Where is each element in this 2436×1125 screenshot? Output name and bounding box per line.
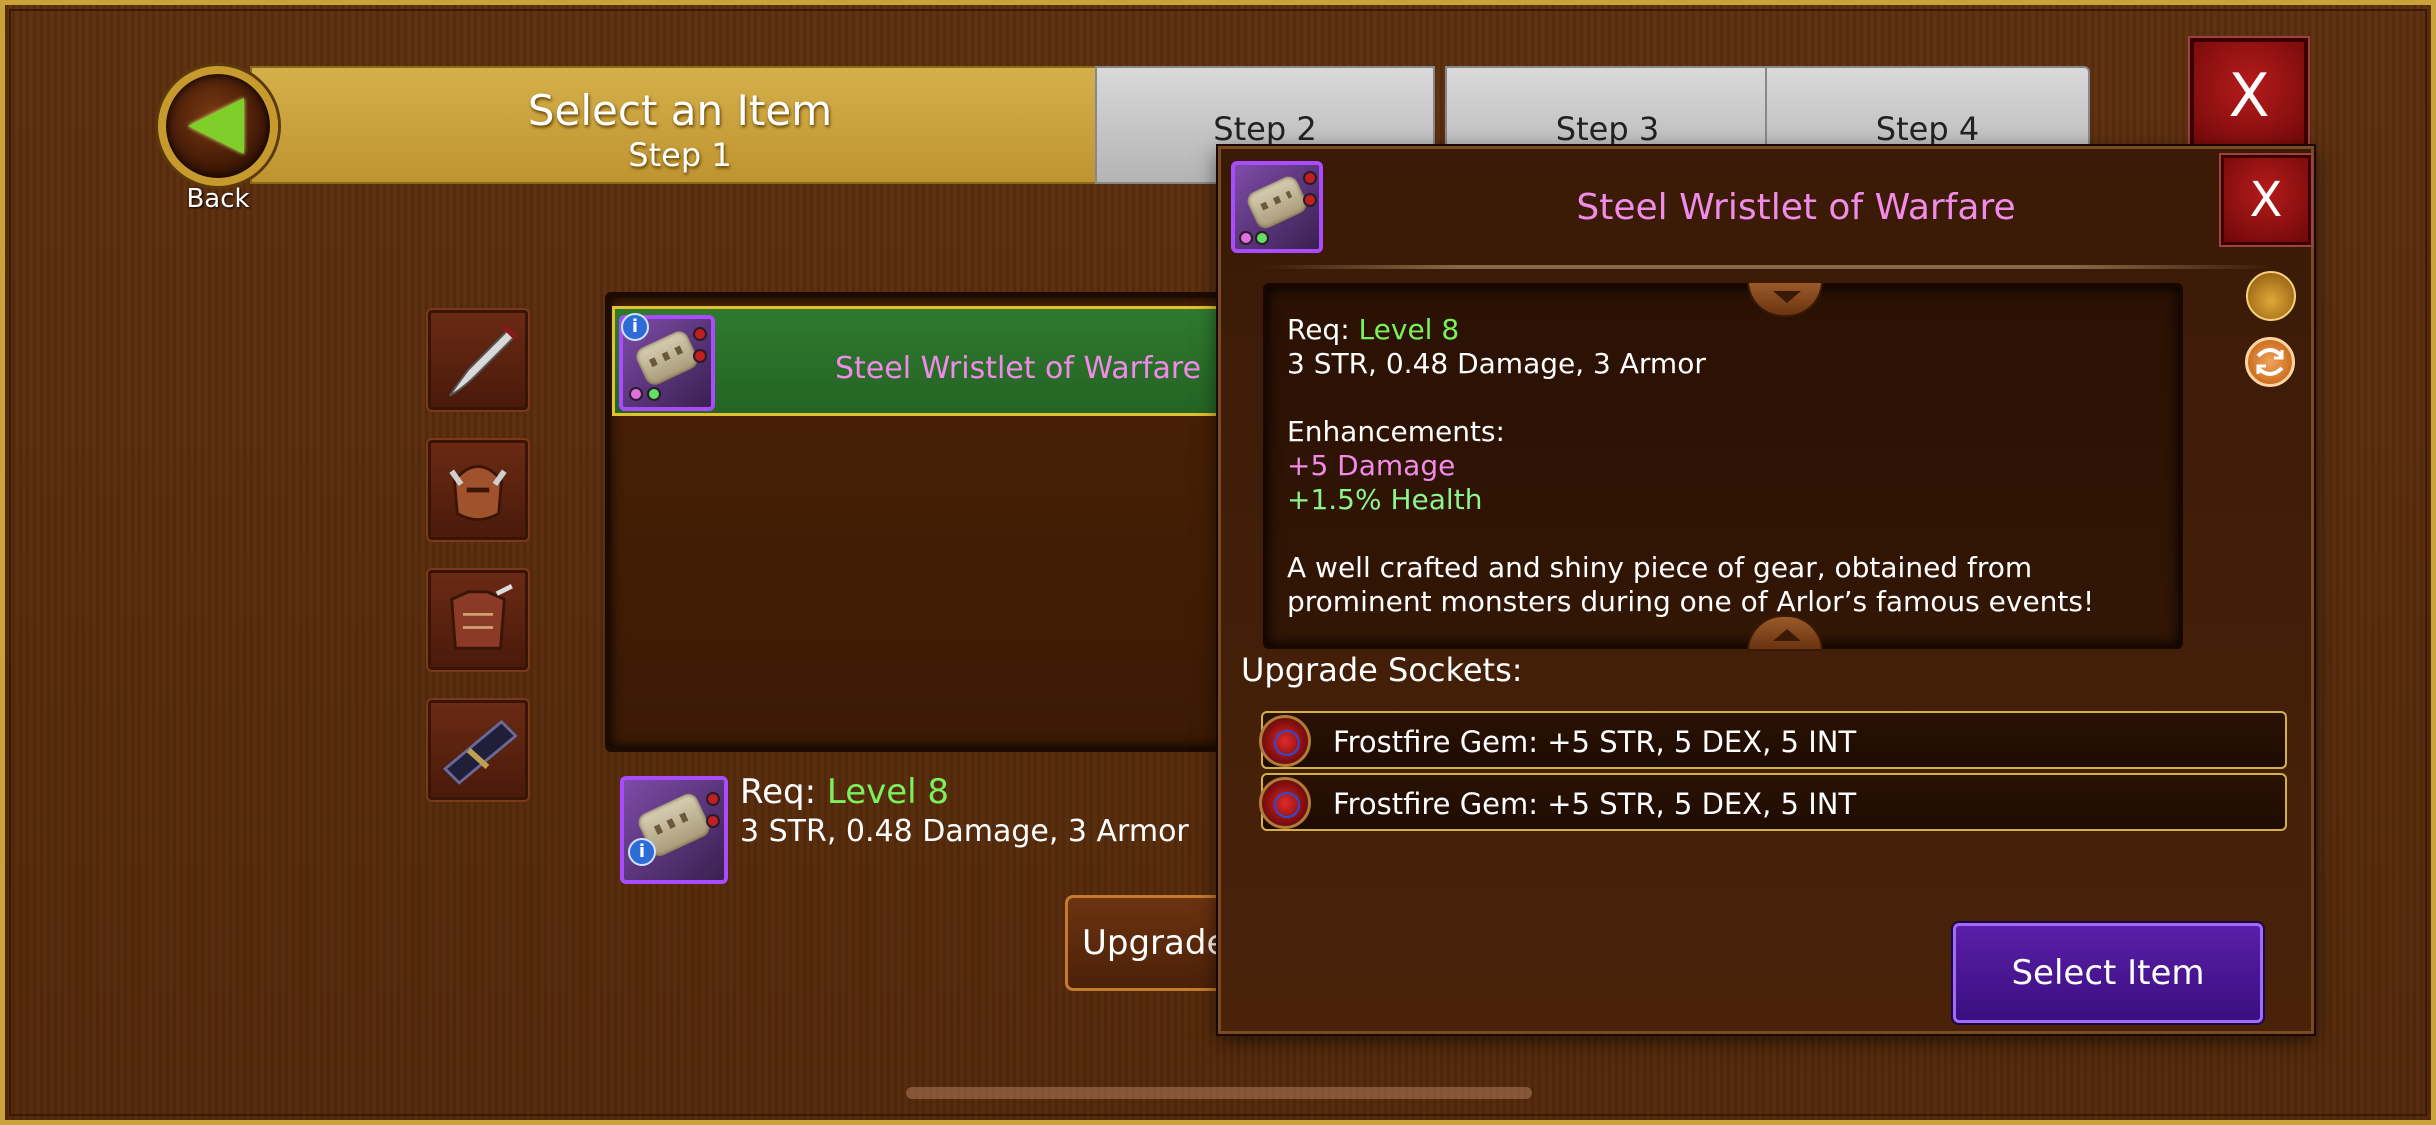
popup-close-button[interactable]: X xyxy=(2221,155,2311,245)
category-armor-button[interactable] xyxy=(428,570,528,670)
step-1-tab: Select an Item Step 1 xyxy=(250,66,1110,184)
selected-item-req: Req: Level 8 xyxy=(740,772,949,812)
upgrade-sockets-label: Upgrade Sockets: xyxy=(1241,651,1523,689)
bracer-icon xyxy=(443,719,518,785)
popup-req-level: Level 8 xyxy=(1358,313,1460,346)
enhancement-damage: +5 Damage xyxy=(1287,449,1456,482)
step-4-label: Step 4 xyxy=(1875,110,1980,148)
category-helmet-button[interactable] xyxy=(428,440,528,540)
socket-slot[interactable]: Frostfire Gem: +5 STR, 5 DEX, 5 INT xyxy=(1259,773,2287,831)
chest-armor-icon xyxy=(450,584,513,650)
step-1-title: Select an Item xyxy=(527,86,833,135)
selected-item-stats: 3 STR, 0.48 Damage, 3 Armor xyxy=(740,814,1189,849)
step-1-subtitle: Step 1 xyxy=(628,136,732,174)
info-icon[interactable]: i xyxy=(628,838,656,866)
info-icon[interactable]: i xyxy=(621,313,649,341)
req-level: Level 8 xyxy=(826,772,950,812)
description-line-1: A well crafted and shiny piece of gear, … xyxy=(1287,551,2033,584)
item-detail-popup: Steel Wristlet of Warfare X Req: Level 8… xyxy=(1218,146,2314,1034)
popup-title: Steel Wristlet of Warfare xyxy=(1576,187,2016,228)
scroll-down-icon[interactable] xyxy=(1747,615,1823,651)
category-weapon-button[interactable] xyxy=(428,310,528,410)
enhancement-health: +1.5% Health xyxy=(1287,483,1483,516)
close-button[interactable]: X xyxy=(2190,38,2308,156)
popup-req: Req: Level 8 xyxy=(1287,313,1459,346)
home-indicator[interactable] xyxy=(906,1087,1532,1099)
swap-icon[interactable] xyxy=(2245,337,2295,387)
description-line-2: prominent monsters during one of Arlor’s… xyxy=(1287,585,2095,618)
popup-stats: 3 STR, 0.48 Damage, 3 Armor xyxy=(1287,347,1706,380)
socket-slot[interactable]: Frostfire Gem: +5 STR, 5 DEX, 5 INT xyxy=(1259,711,2287,769)
enhancements-label: Enhancements: xyxy=(1287,415,1505,448)
divider xyxy=(1261,265,2271,269)
helmet-icon xyxy=(449,465,507,522)
frostfire-gem-icon xyxy=(1259,715,1311,767)
back-button[interactable] xyxy=(158,66,278,186)
select-item-button[interactable]: Select Item xyxy=(1953,923,2263,1023)
step-2-label: Step 2 xyxy=(1213,110,1317,148)
popup-req-label: Req: xyxy=(1287,313,1350,346)
category-bracer-button[interactable] xyxy=(428,700,528,800)
socket-text: Frostfire Gem: +5 STR, 5 DEX, 5 INT xyxy=(1333,725,1857,759)
item-name: Steel Wristlet of Warfare xyxy=(835,351,1202,386)
back-label: Back xyxy=(186,184,250,214)
dagger-icon xyxy=(449,324,518,397)
sell-bag-icon[interactable] xyxy=(2246,271,2296,321)
socket-text: Frostfire Gem: +5 STR, 5 DEX, 5 INT xyxy=(1333,787,1857,821)
selected-item-icon[interactable] xyxy=(620,776,728,884)
item-description-box[interactable]: Req: Level 8 3 STR, 0.48 Damage, 3 Armor… xyxy=(1263,281,2183,651)
scroll-up-icon[interactable] xyxy=(1747,281,1823,317)
back-arrow-icon xyxy=(188,98,244,154)
req-label: Req: xyxy=(740,772,817,812)
step-3-label: Step 3 xyxy=(1555,110,1660,148)
list-item[interactable]: i Steel Wristlet of Warfare xyxy=(612,306,1252,416)
frostfire-gem-icon xyxy=(1259,777,1311,829)
